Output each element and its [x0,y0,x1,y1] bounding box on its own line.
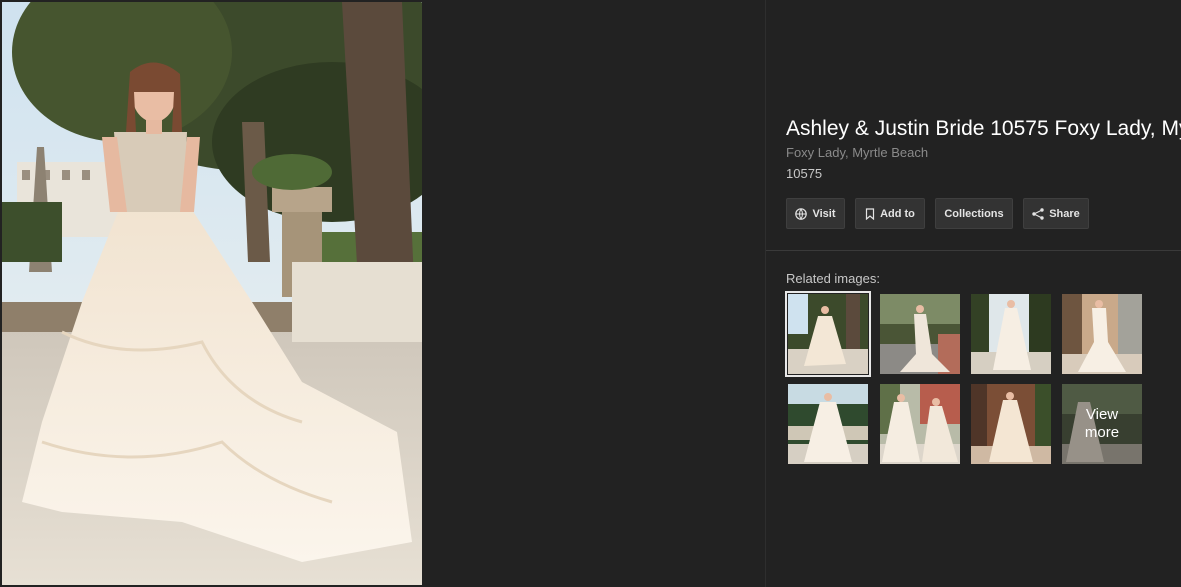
main-image[interactable] [2,2,422,585]
collections-label: Collections [944,207,1004,220]
related-thumbnail[interactable] [788,384,868,464]
bookmark-icon [865,207,875,220]
related-images-label: Related images: [786,271,880,286]
image-description: 10575 [786,166,823,181]
related-thumbnail[interactable] [971,294,1051,374]
related-thumbnail[interactable] [880,384,960,464]
image-source[interactable]: Foxy Lady, Myrtle Beach [786,145,928,160]
share-label: Share [1049,207,1080,220]
panel-divider [765,0,766,587]
visit-label: Visit [812,207,836,220]
collections-button[interactable]: Collections [935,198,1013,229]
add-to-button[interactable]: Add to [855,198,925,229]
view-more-thumbnail[interactable]: View more [1062,384,1142,464]
visit-button[interactable]: Visit [786,198,845,229]
globe-icon [795,207,808,220]
related-thumbnail[interactable] [880,294,960,374]
image-title[interactable]: Ashley & Justin Bride 10575 Foxy Lady, M… [786,117,1181,141]
related-thumbnail[interactable] [1062,294,1142,374]
view-more-label: View more [1062,384,1142,464]
share-icon [1032,207,1044,220]
related-thumbnail[interactable] [971,384,1051,464]
details-panel: Ashley & Justin Bride 10575 Foxy Lady, M… [785,0,1181,587]
image-viewer: Ashley & Justin Bride 10575 Foxy Lady, M… [0,0,1181,587]
share-button[interactable]: Share [1023,198,1089,229]
add-to-label: Add to [880,207,915,220]
related-thumbnail[interactable] [785,291,871,377]
